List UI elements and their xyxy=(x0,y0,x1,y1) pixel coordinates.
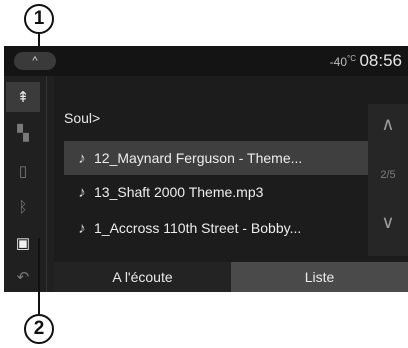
music-note-icon: ♪ xyxy=(78,219,86,237)
source-sidebar: ⇞ ▚ ▯ ᛒ ▣ ↶ xyxy=(4,76,54,292)
bluetooth-icon[interactable]: ᛒ xyxy=(8,192,38,222)
callout-1-label: 1 xyxy=(33,8,45,29)
temperature-unit: °C xyxy=(347,54,356,63)
infotainment-screen: ^ -40°C 08:56 ⇞ ▚ ▯ ᛒ ▣ ↶ Soul> ♪ 12_May… xyxy=(4,46,408,292)
scroll-up-button[interactable]: ∧ xyxy=(368,114,408,135)
track-title: 12_Maynard Ferguson - Theme... xyxy=(94,150,303,166)
sidebar-divider xyxy=(46,76,47,292)
track-title: 1_Accross 110th Street - Bobby... xyxy=(94,220,302,236)
chevron-up-icon: ^ xyxy=(32,55,38,67)
callout-2: 2 xyxy=(24,314,54,344)
folder-breadcrumb: Soul> xyxy=(64,110,101,126)
bottom-tabs: A l'écoute Liste xyxy=(54,262,408,292)
track-row[interactable]: ♪ 13_Shaft 2000 Theme.mp3 xyxy=(64,175,368,209)
temperature-value: -40 xyxy=(329,55,348,69)
usb-icon[interactable]: ⇞ xyxy=(6,82,40,112)
callout-2-label: 2 xyxy=(33,318,45,339)
list-scrollbar: ∧ 2/5 ∨ xyxy=(368,104,408,256)
media-source-icon[interactable]: ▚ xyxy=(8,118,38,148)
tab-list[interactable]: Liste xyxy=(231,262,408,292)
callout-2-leader xyxy=(38,238,40,314)
music-note-icon: ♪ xyxy=(78,149,86,167)
track-row[interactable]: ♪ 12_Maynard Ferguson - Theme... xyxy=(64,141,368,175)
clock: 08:56 xyxy=(359,51,402,70)
back-icon[interactable]: ↶ xyxy=(8,262,38,292)
track-row[interactable]: ♪ 1_Accross 110th Street - Bobby... xyxy=(64,211,368,245)
device-icon[interactable]: ▯ xyxy=(8,156,38,186)
status-bar: ^ -40°C 08:56 xyxy=(4,46,408,76)
collapse-button[interactable]: ^ xyxy=(14,52,56,70)
outside-temperature: -40°C xyxy=(330,54,356,69)
music-note-icon: ♪ xyxy=(78,183,86,201)
page-indicator: 2/5 xyxy=(380,169,396,181)
playlist-icon[interactable]: ▣ xyxy=(8,228,38,258)
callout-1: 1 xyxy=(24,4,54,34)
track-title: 13_Shaft 2000 Theme.mp3 xyxy=(94,184,264,200)
scroll-down-button[interactable]: ∨ xyxy=(368,212,408,233)
tab-now-playing[interactable]: A l'écoute xyxy=(54,262,231,292)
